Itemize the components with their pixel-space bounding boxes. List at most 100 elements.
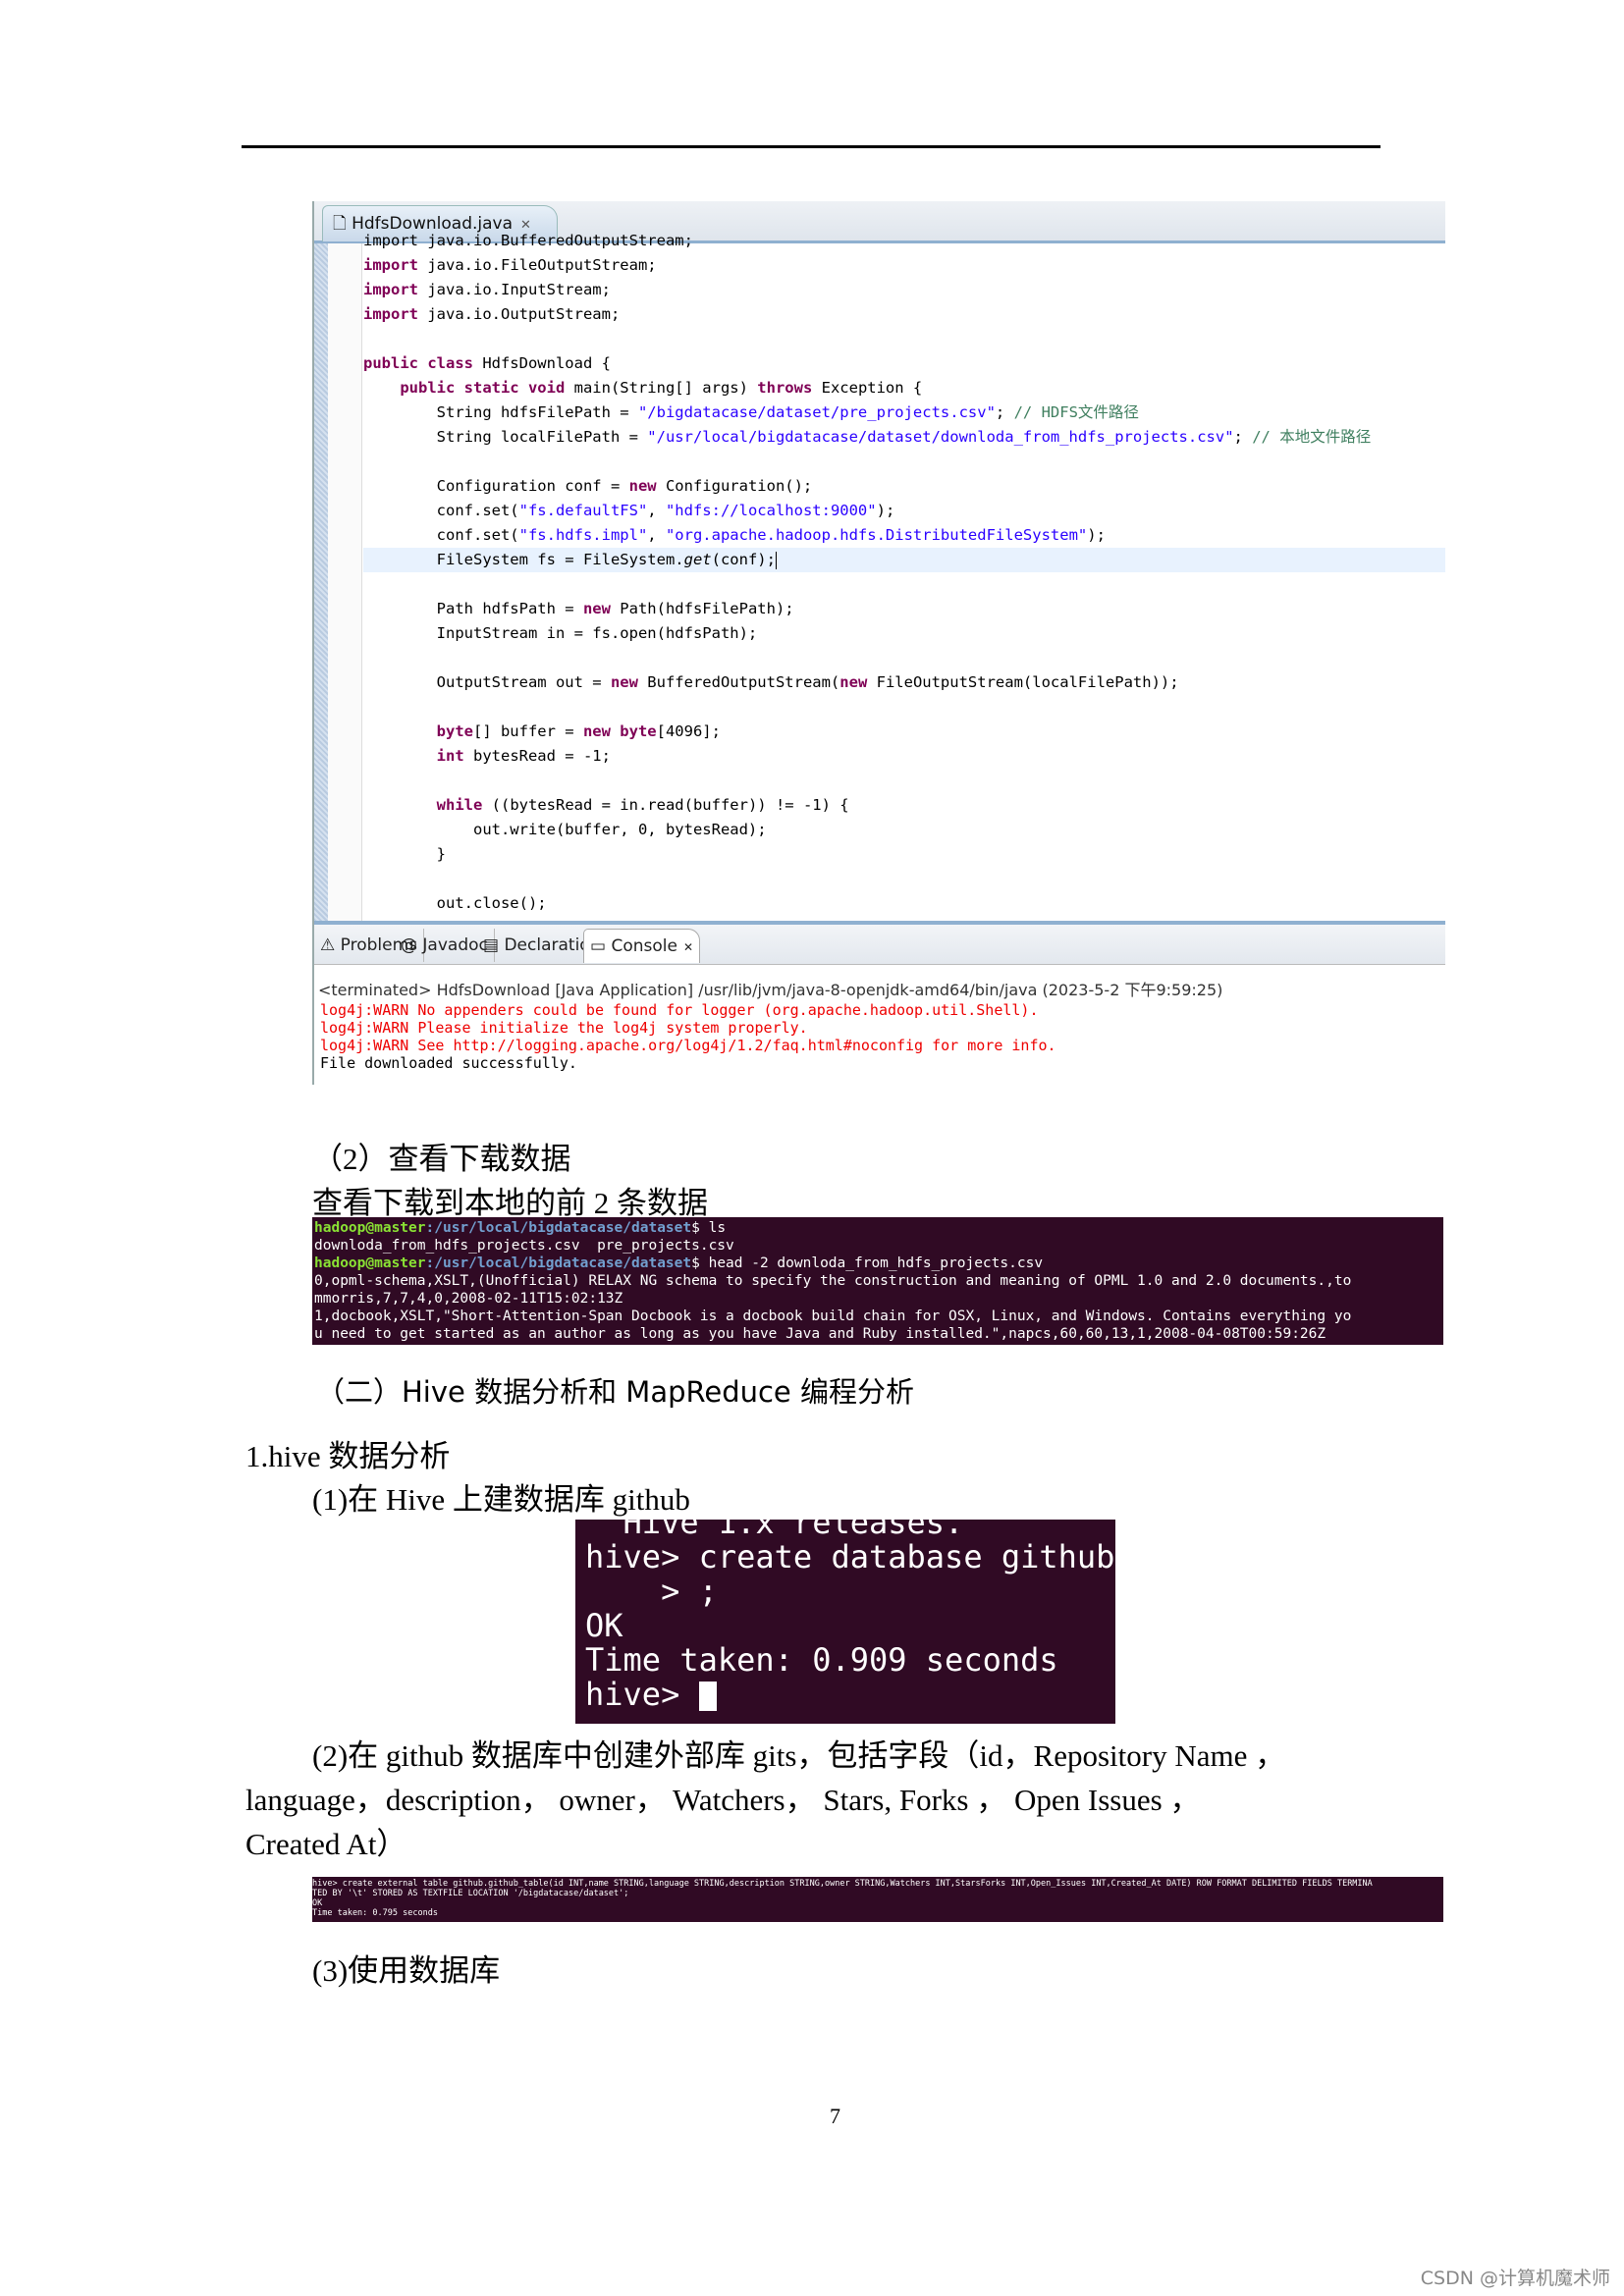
step-2-line: (2)在 github 数据库中创建外部库 gits，包括字段（id，Repos… (312, 1738, 1286, 1773)
code-token: new (582, 600, 611, 617)
code-token: ); (876, 502, 895, 519)
code-token: java.io.OutputStream; (418, 305, 621, 323)
document-page: 🗋 HdfsDownload.java ✕ import java.io.Buff… (0, 0, 1624, 2296)
code-token: conf.set( (363, 502, 519, 519)
cursor (698, 1682, 717, 1711)
code-token: int (436, 747, 464, 765)
code-token: ; (995, 403, 1014, 421)
code-line: FileSystem fs = FileSystem.get(conf); (363, 548, 1445, 572)
code-token: [4096]; (656, 722, 721, 740)
code-line: String hdfsFilePath = "/bigdatacase/data… (363, 400, 1445, 425)
header-rule (242, 145, 1380, 148)
code-token: BufferedOutputStream( (637, 673, 840, 691)
code-token: out.write(buffer, 0, bytesRead); (363, 821, 767, 838)
section-heading: （二）Hive 数据分析和 MapReduce 编程分析 (316, 1375, 914, 1409)
console-output: log4j:WARN No appenders could be found f… (320, 1001, 1056, 1072)
code-token: Configuration conf = (363, 477, 629, 495)
terminal-line: hadoop@master:/usr/local/bigdatacase/dat… (314, 1220, 727, 1236)
terminal-line: Time taken: 0.909 seconds (585, 1641, 1058, 1679)
section-title: （2）查看下载数据 (312, 1142, 571, 1176)
console-status: <terminated> HdfsDownload [Java Applicat… (318, 981, 1223, 999)
code-token: Exception { (812, 379, 923, 397)
terminal-line: mmorris,7,7,4,0,2008-02-11T15:02:13Z (314, 1291, 623, 1307)
terminal-line: OK (585, 1607, 623, 1644)
terminal-line: TED BY '\t' STORED AS TEXTFILE LOCATION … (312, 1889, 629, 1898)
log-line: log4j:WARN See http://logging.apache.org… (320, 1037, 1056, 1054)
code-line: OutputStream out = new BufferedOutputStr… (363, 670, 1445, 695)
code-line: out.close(); (363, 891, 1445, 913)
code-line: import java.io.InputStream; (363, 278, 1445, 302)
code-line: int bytesRead = -1; (363, 744, 1445, 769)
code-token: get (683, 551, 712, 568)
close-icon[interactable]: ✕ (683, 940, 693, 954)
code-token: Path hdfsPath = (363, 600, 583, 617)
terminal-line: downloda_from_hdfs_projects.csv pre_proj… (314, 1238, 734, 1254)
code-line: public static void main(String[] args) t… (363, 376, 1445, 400)
terminal-line: 1,docbook,XSLT,"Short-Attention-Span Doc… (314, 1308, 1352, 1324)
code-token: (conf); (711, 551, 776, 568)
terminal-line: OK (312, 1898, 323, 1908)
code-token: while (436, 796, 483, 814)
tab-console[interactable]: ▭ Console ✕ (583, 929, 701, 963)
code-token: OutputStream out = (363, 673, 611, 691)
code-token: Configuration(); (656, 477, 813, 495)
problems-icon: ⚠ (320, 935, 341, 955)
code-token: "hdfs://localhost:9000" (665, 502, 877, 519)
code-line: String localFilePath = "/usr/local/bigda… (363, 425, 1445, 450)
watermark: CSDN @计算机魔术师 (1420, 2268, 1610, 2289)
code-token: new (628, 477, 657, 495)
terminal-line: 0,opml-schema,XSLT,(Unofficial) RELAX NG… (314, 1273, 1352, 1289)
code-line: public class HdfsDownload { (363, 351, 1445, 376)
code-token: java.io.FileOutputStream; (418, 256, 657, 274)
code-token: throws (757, 379, 813, 397)
code-token: "fs.defaultFS" (518, 502, 648, 519)
code-line: conf.set("fs.hdfs.impl", "org.apache.had… (363, 523, 1445, 548)
code-token: HdfsDownload { (472, 354, 611, 372)
step-2-line: language，description， owner， Watchers， S… (245, 1783, 1201, 1817)
code-token: "/usr/local/bigdatacase/dataset/downloda… (647, 428, 1234, 446)
code-token: FileOutputStream(localFilePath)); (867, 673, 1179, 691)
code-token: "/bigdatacase/dataset/pre_projects.csv" (637, 403, 996, 421)
terminal-head-output: hadoop@master:/usr/local/bigdatacase/dat… (312, 1217, 1443, 1345)
line-ruler (328, 243, 362, 921)
log-line: File downloaded successfully. (320, 1054, 577, 1072)
code-line: InputStream in = fs.open(hdfsPath); (363, 621, 1445, 646)
code-token: // HDFS文件路径 (1013, 403, 1139, 421)
java-file-icon: 🗋 (333, 214, 352, 234)
code-line: import java.io.OutputStream; (363, 302, 1445, 327)
code-line: import java.io.FileOutputStream; (363, 253, 1445, 278)
step-2-line: Created At） (245, 1827, 407, 1861)
terminal-line: Hive 1.x releases. (585, 1520, 964, 1541)
panel-tabs: ⚠ Problems @ Javadoc ▤ Declaration ▭ Con… (314, 925, 1445, 965)
terminal-line: hive> (585, 1678, 1115, 1712)
step-1: (1)在 Hive 上建数据库 github (312, 1482, 690, 1517)
declaration-icon: ▤ (483, 935, 505, 955)
code-token: import (363, 256, 418, 274)
code-token: new byte (582, 722, 657, 740)
code-line: import java.io.BufferedOutputStream; (363, 229, 1445, 253)
code-token: import (363, 305, 418, 323)
code-token: conf.set( (363, 526, 519, 544)
code-token: } (363, 845, 446, 863)
code-token: String hdfsFilePath = (363, 403, 638, 421)
page-number: 7 (830, 2104, 840, 2128)
at-icon: @ (401, 935, 423, 955)
code-editor[interactable]: import java.io.BufferedOutputStream; impo… (363, 229, 1445, 913)
terminal-line: Time taken: 0.795 seconds (312, 1908, 438, 1918)
code-token: import (363, 281, 418, 298)
code-token: Path(hdfsFilePath); (610, 600, 794, 617)
terminal-line: hive> create database github (585, 1538, 1115, 1575)
code-token: String localFilePath = (363, 428, 648, 446)
code-token: main(String[] args) (565, 379, 758, 397)
console-icon: ▭ (590, 936, 612, 956)
code-token: "fs.hdfs.impl" (518, 526, 648, 544)
